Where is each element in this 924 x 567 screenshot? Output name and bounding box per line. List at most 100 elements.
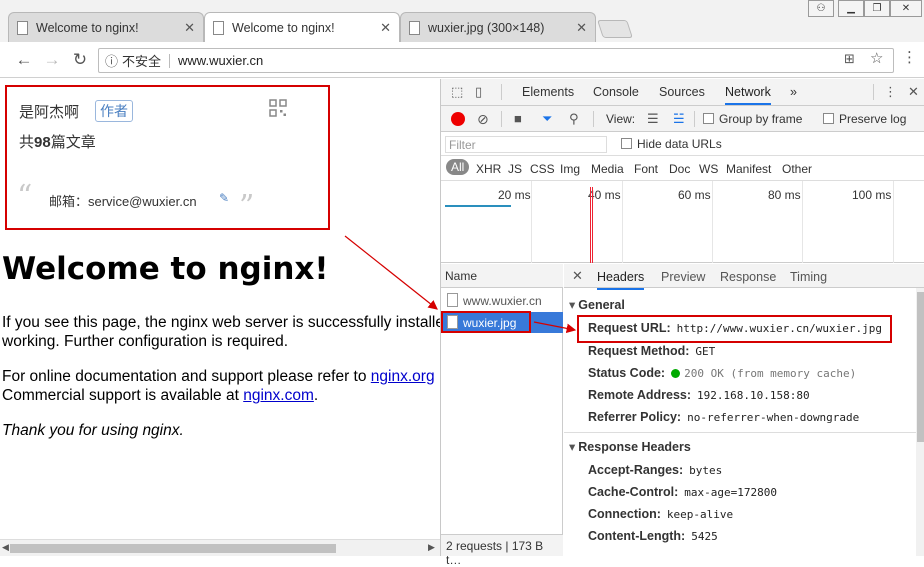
general-section-toggle[interactable]: General	[569, 297, 625, 312]
close-icon[interactable]: ✕	[380, 20, 391, 36]
record-icon[interactable]	[451, 112, 465, 126]
page-icon	[17, 20, 28, 35]
network-toolbar: ⊘ ■ ⏷ ⚲ View: ☰ ☱ Group by frame Preserv…	[441, 106, 924, 132]
type-css[interactable]: CSS	[530, 162, 555, 176]
devtools-close-icon[interactable]: ✕	[908, 84, 919, 100]
horizontal-scrollbar[interactable]: ◀ ▶	[0, 539, 440, 556]
restore-icon[interactable]: ❐	[864, 0, 890, 17]
network-overview-timeline[interactable]: 20 ms 40 ms 60 ms 80 ms 100 ms	[441, 181, 924, 263]
user-icon[interactable]: ⚇	[808, 0, 834, 17]
search-icon[interactable]: ⚲	[569, 111, 579, 127]
browser-toolbar: ← → ↻ ⓘ 不安全 www.wuxier.cn ⊞ ☆ ⋮	[0, 42, 924, 78]
referrer-policy-row: Referrer Policy: no-referrer-when-downgra…	[588, 410, 860, 424]
tab-preview[interactable]: Preview	[661, 270, 705, 284]
close-icon[interactable]: ✕	[576, 20, 587, 36]
more-tabs-icon[interactable]: »	[790, 85, 797, 99]
reload-icon[interactable]: ↻	[70, 50, 90, 70]
browser-tab-1[interactable]: Welcome to nginx! ✕	[8, 12, 204, 42]
type-manifest[interactable]: Manifest	[726, 162, 771, 176]
detail-tabbar: ✕ Headers Preview Response Timing	[564, 264, 924, 290]
close-detail-icon[interactable]: ✕	[572, 268, 583, 284]
author-tag-badge: 作者	[95, 100, 133, 122]
close-window-icon[interactable]: ✕	[890, 0, 922, 17]
qr-code-icon[interactable]	[269, 99, 287, 117]
nginx-org-link[interactable]: nginx.org	[371, 368, 435, 385]
scrollbar-thumb[interactable]	[10, 544, 336, 553]
request-row[interactable]: www.wuxier.cn	[441, 290, 563, 311]
page-icon	[409, 20, 420, 35]
hide-data-urls-checkbox[interactable]: Hide data URLs	[621, 137, 722, 151]
author-name[interactable]: 是阿杰啊	[19, 101, 79, 122]
type-media[interactable]: Media	[591, 162, 624, 176]
content-length-row: Content-Length: 5425	[588, 529, 718, 543]
cache-control-row: Cache-Control: max-age=172800	[588, 485, 777, 499]
type-doc[interactable]: Doc	[669, 162, 690, 176]
support-line: Commercial support is available at nginx…	[2, 387, 319, 404]
browser-tab-2[interactable]: Welcome to nginx! ✕	[204, 12, 400, 42]
tab-network[interactable]: Network	[725, 85, 771, 105]
accept-ranges-row: Accept-Ranges: bytes	[588, 463, 723, 477]
docs-line: For online documentation and support ple…	[2, 368, 435, 385]
scroll-right-icon[interactable]: ▶	[428, 542, 435, 553]
list-view-icon[interactable]: ☰	[647, 111, 659, 127]
edit-pencil-icon[interactable]: ✎	[219, 191, 229, 205]
detail-scrollbar[interactable]	[916, 288, 924, 556]
load-event-line	[590, 187, 591, 263]
type-all[interactable]: All	[446, 159, 470, 175]
type-img[interactable]: Img	[560, 162, 580, 176]
page-icon	[213, 20, 224, 35]
filter-funnel-icon[interactable]: ⏷	[542, 111, 552, 127]
browser-tab-3[interactable]: wuxier.jpg (300×148) ✕	[400, 12, 596, 42]
group-by-frame-checkbox[interactable]: Group by frame	[703, 112, 802, 126]
tab-timing[interactable]: Timing	[790, 270, 827, 284]
close-quote-icon: ”	[239, 189, 255, 224]
devtools-menu-icon[interactable]: ⋮	[884, 84, 897, 100]
name-column-header[interactable]: Name	[441, 264, 563, 288]
type-js[interactable]: JS	[508, 162, 522, 176]
type-font[interactable]: Font	[634, 162, 658, 176]
security-label: 不安全	[122, 54, 162, 69]
translate-icon[interactable]: ⊞	[844, 51, 855, 67]
type-ws[interactable]: WS	[699, 162, 718, 176]
devtools-tabbar: ⬚ ▯ Elements Console Sources Network » ⋮…	[441, 79, 924, 106]
nginx-com-link[interactable]: nginx.com	[243, 387, 314, 404]
page-viewport: 是阿杰啊 作者 共98篇文章 “ 邮箱：service@wuxier.cn ✎ …	[0, 79, 440, 556]
bookmark-star-icon[interactable]: ☆	[870, 49, 883, 67]
filter-input[interactable]: Filter	[445, 136, 607, 153]
url-text[interactable]: www.wuxier.cn	[178, 53, 263, 68]
tab-sources[interactable]: Sources	[659, 85, 705, 99]
info-icon[interactable]: ⓘ	[105, 51, 118, 70]
timeline-tick: 60 ms	[678, 188, 711, 202]
device-toolbar-icon[interactable]: ▯	[475, 84, 482, 100]
new-tab-button[interactable]	[597, 20, 633, 38]
tab-console[interactable]: Console	[593, 85, 639, 99]
back-arrow-icon[interactable]: ←	[14, 50, 34, 70]
waterfall-view-icon[interactable]: ☱	[673, 111, 685, 127]
type-xhr[interactable]: XHR	[476, 162, 501, 176]
request-method-row: Request Method: GET	[588, 344, 716, 358]
camera-icon[interactable]: ■	[514, 111, 522, 126]
tab-elements[interactable]: Elements	[522, 85, 574, 99]
tab-response[interactable]: Response	[720, 270, 776, 284]
address-bar[interactable]: ⓘ 不安全 www.wuxier.cn	[98, 48, 894, 73]
inspect-element-icon[interactable]: ⬚	[451, 84, 463, 100]
response-headers-toggle[interactable]: Response Headers	[569, 439, 691, 454]
timeline-tick: 100 ms	[852, 188, 892, 202]
clear-icon[interactable]: ⊘	[477, 111, 489, 128]
remote-address-row: Remote Address: 192.168.10.158:80	[588, 388, 810, 402]
close-icon[interactable]: ✕	[184, 20, 195, 36]
scroll-left-icon[interactable]: ◀	[2, 542, 9, 553]
preserve-log-checkbox[interactable]: Preserve log	[823, 112, 906, 126]
type-other[interactable]: Other	[782, 162, 812, 176]
minimize-icon[interactable]: ▁	[838, 0, 864, 17]
open-quote-icon: “	[17, 179, 33, 214]
tab-title: Welcome to nginx!	[36, 20, 139, 35]
menu-dots-icon[interactable]: ⋮	[902, 48, 917, 66]
thanks-line: Thank you for using nginx.	[2, 422, 184, 439]
forward-arrow-icon[interactable]: →	[42, 50, 62, 70]
annotation-box-url	[577, 315, 892, 343]
scrollbar-thumb[interactable]	[917, 292, 924, 442]
article-count: 共98篇文章	[19, 134, 96, 151]
author-card: 是阿杰啊 作者 共98篇文章 “ 邮箱：service@wuxier.cn ✎ …	[5, 85, 330, 230]
tab-headers[interactable]: Headers	[597, 270, 645, 290]
